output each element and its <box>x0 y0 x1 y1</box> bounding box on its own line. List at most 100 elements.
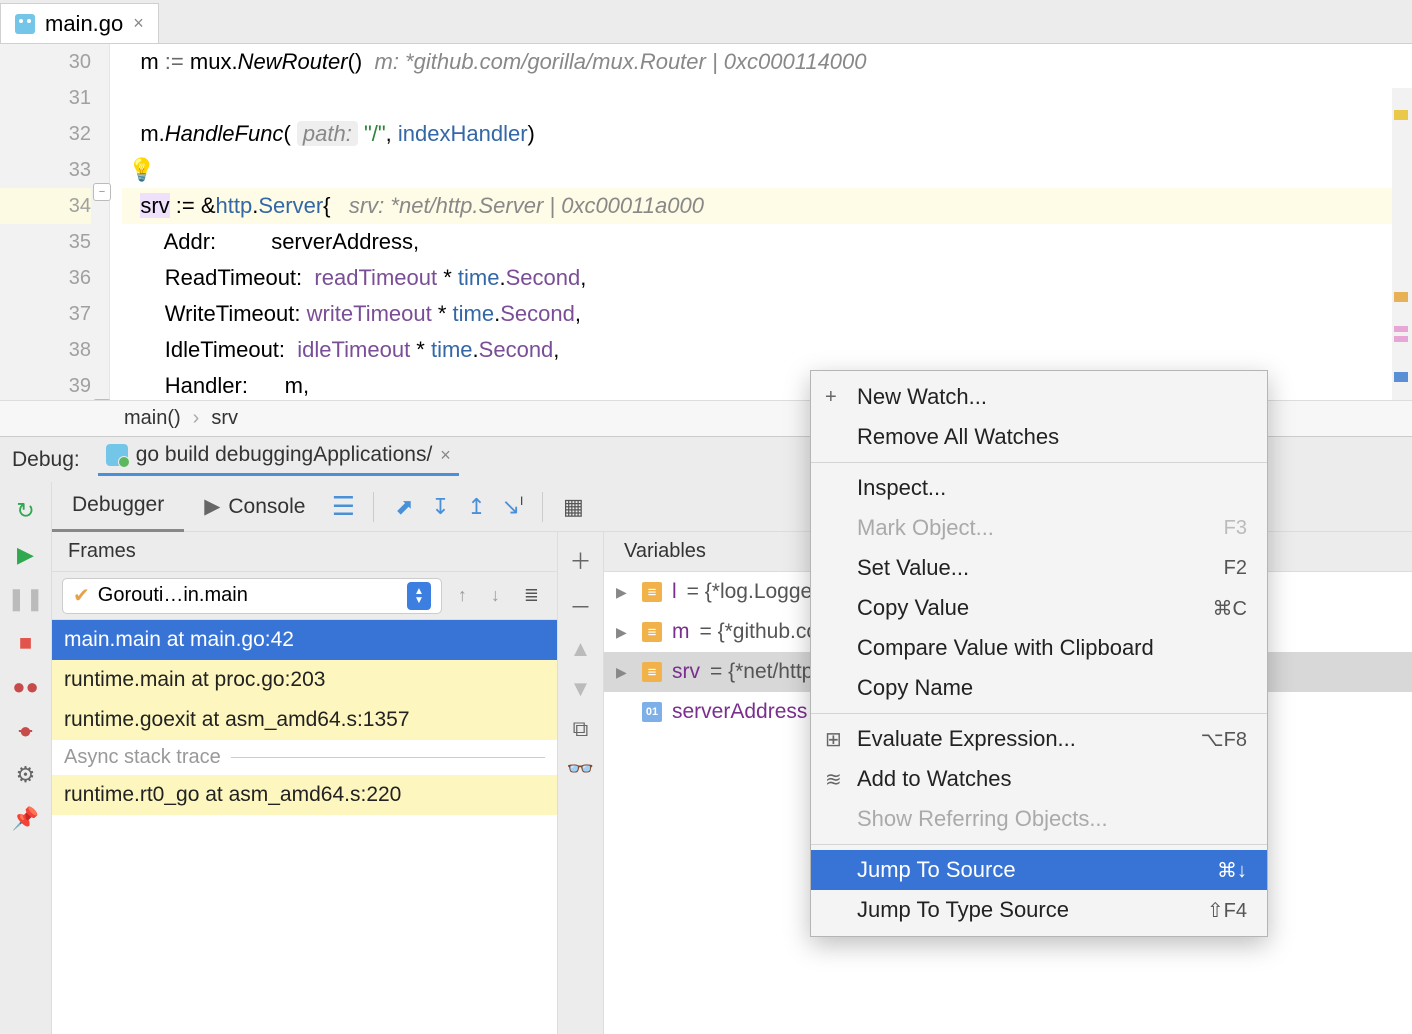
struct-icon: ≡ <box>642 622 662 642</box>
pause-button[interactable]: ❚❚ <box>11 584 41 614</box>
menu-item-label: Inspect... <box>857 475 946 501</box>
next-frame-button[interactable]: ↓ <box>483 585 508 606</box>
menu-item[interactable]: Remove All Watches <box>811 417 1267 457</box>
code-line: WriteTimeout: writeTimeout * time.Second… <box>122 296 1412 332</box>
menu-item: Show Referring Objects... <box>811 799 1267 839</box>
menu-item: Mark Object... F3 <box>811 508 1267 548</box>
menu-shortcut: ⌘C <box>1213 596 1247 621</box>
filter-frames-button[interactable]: ≣ <box>516 585 547 606</box>
frame-item[interactable]: runtime.main at proc.go:203 <box>52 660 557 700</box>
menu-item-label: Copy Value <box>857 595 969 621</box>
separator <box>373 492 374 522</box>
menu-item[interactable]: ≋Add to Watches <box>811 759 1267 799</box>
code-line: Addr: serverAddress, <box>122 224 1412 260</box>
menu-item[interactable]: Compare Value with Clipboard <box>811 628 1267 668</box>
fold-icon[interactable]: − <box>93 399 111 400</box>
breakpoints-button[interactable]: ●● <box>11 672 41 702</box>
warning-marker-icon[interactable] <box>1394 292 1408 302</box>
menu-item[interactable]: Copy Name <box>811 668 1267 708</box>
menu-shortcut: F3 <box>1224 517 1247 540</box>
code-line: ReadTimeout: readTimeout * time.Second, <box>122 260 1412 296</box>
console-tab[interactable]: ▶Console <box>184 482 325 532</box>
menu-separator <box>811 462 1267 463</box>
menu-item-icon: ≋ <box>825 767 842 792</box>
code-body[interactable]: m := mux.NewRouter() m: *github.com/gori… <box>110 44 1412 400</box>
menu-item-label: Mark Object... <box>857 515 994 541</box>
resume-button[interactable]: ▶ <box>11 540 41 570</box>
menu-item-icon: ⊞ <box>825 727 842 752</box>
debug-config-tab[interactable]: go build debuggingApplications/ × <box>98 443 459 476</box>
stop-button[interactable]: ■ <box>11 628 41 658</box>
code-line: m.HandleFunc( path: "/", indexHandler) <box>122 116 1412 152</box>
go-run-icon <box>106 444 128 466</box>
chevron-right-icon: › <box>193 407 200 430</box>
code-line: m := mux.NewRouter() m: *github.com/gori… <box>122 44 1412 80</box>
menu-item[interactable]: ⊞Evaluate Expression...⌥F8 <box>811 719 1267 759</box>
go-file-icon <box>15 14 35 34</box>
line-number: 32 <box>0 116 91 152</box>
frame-item[interactable]: runtime.rt0_go at asm_amd64.s:220 <box>52 775 557 815</box>
step-into-icon[interactable]: ↧ <box>422 494 458 520</box>
warning-marker-icon[interactable] <box>1394 110 1408 120</box>
menu-item[interactable]: Set Value...F2 <box>811 548 1267 588</box>
remove-watch-button[interactable]: － <box>569 590 591 622</box>
breadcrumb-item[interactable]: srv <box>211 407 238 430</box>
menu-separator <box>811 713 1267 714</box>
frame-item[interactable]: main.main at main.go:42 <box>52 620 557 660</box>
menu-separator <box>811 844 1267 845</box>
right-gutter <box>1392 88 1412 400</box>
menu-item[interactable]: Copy Value ⌘C <box>811 588 1267 628</box>
code-line: srv := &http.Server{ srv: *net/http.Serv… <box>122 188 1412 224</box>
rerun-button[interactable]: ↻ <box>11 496 41 526</box>
menu-item[interactable]: Jump To Type Source⇧F4 <box>811 890 1267 930</box>
line-number: 38 <box>0 332 91 368</box>
menu-item[interactable]: Inspect... <box>811 468 1267 508</box>
marker-icon[interactable] <box>1394 326 1408 332</box>
step-over-icon[interactable]: ⬈ <box>386 494 422 520</box>
close-icon[interactable]: × <box>133 13 144 34</box>
menu-item-icon: + <box>825 386 837 409</box>
mute-breakpoints-button[interactable]: ● <box>11 716 41 746</box>
expand-icon[interactable]: ▶ <box>616 584 632 601</box>
file-tab[interactable]: main.go × <box>0 3 159 43</box>
line-number: 30 <box>0 44 91 80</box>
code-line <box>122 80 1412 116</box>
expand-icon[interactable]: ▶ <box>616 664 632 681</box>
check-icon: ✔ <box>73 583 90 608</box>
add-watch-button[interactable]: ＋ <box>569 544 591 576</box>
menu-item-label: Set Value... <box>857 555 969 581</box>
thread-name: Gorouti…in.main <box>98 584 248 607</box>
debug-left-rail: ↻ ▶ ❚❚ ■ ●● ● ⚙ 📌 <box>0 482 52 1034</box>
menu-item-label: Copy Name <box>857 675 973 701</box>
frame-item[interactable]: runtime.goexit at asm_amd64.s:1357 <box>52 700 557 740</box>
marker-icon[interactable] <box>1394 336 1408 342</box>
evaluate-icon[interactable]: ▦ <box>555 494 591 520</box>
frame-list: main.main at main.go:42 runtime.main at … <box>52 620 557 1034</box>
breadcrumb-item[interactable]: main() <box>124 407 181 430</box>
line-number: 31 <box>0 80 91 116</box>
copy-button[interactable]: ⧉ <box>573 716 589 742</box>
debugger-tab[interactable]: Debugger <box>52 482 184 532</box>
fold-icon[interactable]: − <box>93 183 111 201</box>
expand-icon[interactable]: ▶ <box>616 624 632 641</box>
info-marker-icon[interactable] <box>1394 372 1408 382</box>
menu-shortcut: ⌘↓ <box>1217 858 1247 883</box>
run-to-cursor-icon[interactable]: ↘I <box>494 494 530 520</box>
menu-item[interactable]: +New Watch... <box>811 377 1267 417</box>
menu-item-label: Evaluate Expression... <box>857 726 1076 752</box>
close-icon[interactable]: × <box>440 445 451 466</box>
menu-item[interactable]: Jump To Source⌘↓ <box>811 850 1267 890</box>
up-button[interactable]: ▲ <box>570 636 592 662</box>
prev-frame-button[interactable]: ↑ <box>450 585 475 606</box>
intention-bulb-icon[interactable]: 💡 <box>128 157 155 182</box>
step-out-icon[interactable]: ↥ <box>458 494 494 520</box>
menu-shortcut: ⇧F4 <box>1207 898 1247 923</box>
down-button[interactable]: ▼ <box>570 676 592 702</box>
context-menu: +New Watch...Remove All Watches Inspect..… <box>810 370 1268 937</box>
threads-icon[interactable]: ☰ <box>325 491 361 522</box>
thread-select[interactable]: ✔ Gorouti…in.main ▲▼ <box>62 578 442 614</box>
pin-button[interactable]: 📌 <box>11 804 41 834</box>
glasses-icon[interactable]: 👓 <box>567 756 594 782</box>
settings-button[interactable]: ⚙ <box>11 760 41 790</box>
code-editor[interactable]: 30 31 32 33 34 35 36 37 38 39 40 − − m :… <box>0 44 1412 400</box>
